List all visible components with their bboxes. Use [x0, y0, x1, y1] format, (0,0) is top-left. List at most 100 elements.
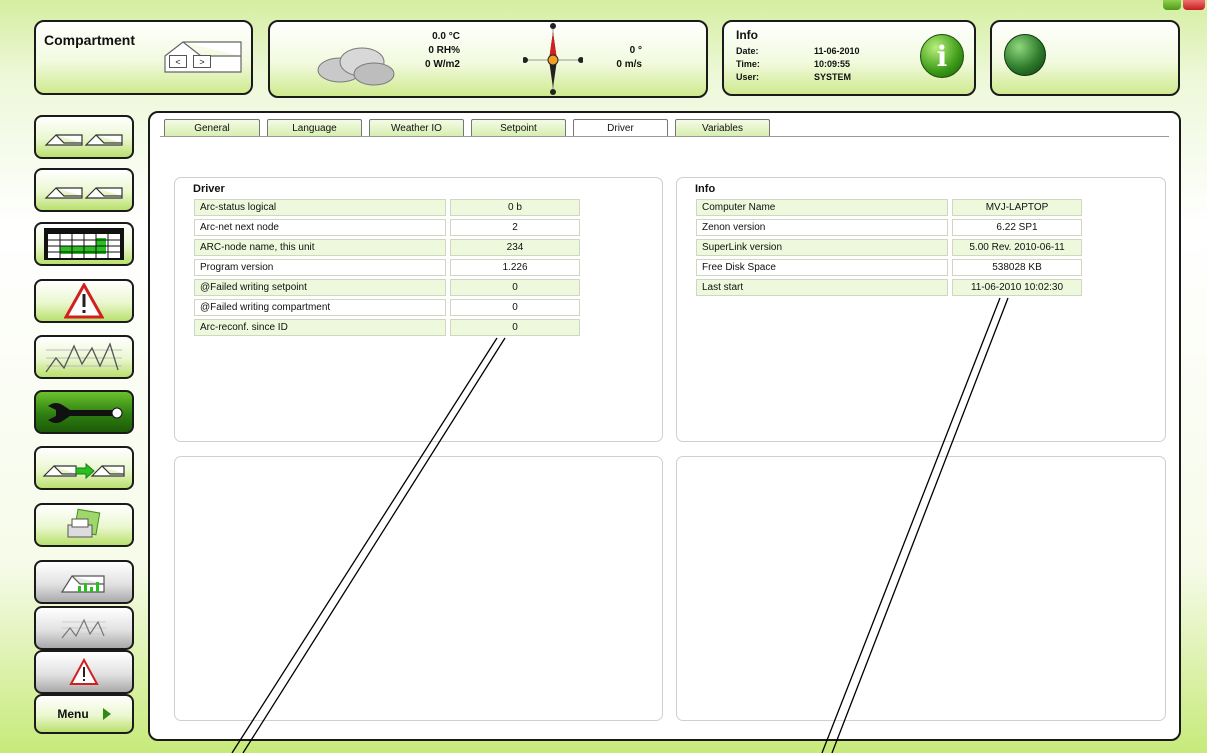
info-panel: Info Date: 11-06-2010 Time: 10:09:55 Use…: [722, 20, 976, 96]
date-value: 11-06-2010: [814, 46, 860, 56]
info-row: SuperLink version 5.00 Rev. 2010-06-11: [696, 239, 1082, 256]
menu-button[interactable]: Menu: [34, 694, 134, 734]
info-row: Free Disk Space 538028 KB: [696, 259, 1082, 276]
compartment-title: Compartment: [44, 32, 136, 48]
graph-button[interactable]: [34, 335, 134, 379]
tab-setpoint[interactable]: Setpoint: [471, 119, 566, 136]
info-row-value: 6.22 SP1: [952, 219, 1082, 236]
table-grid-icon: [44, 228, 124, 260]
info-icon[interactable]: i: [920, 34, 964, 78]
print-button[interactable]: [34, 503, 134, 547]
info-box-title: Info: [695, 183, 716, 195]
user-value: SYSTEM: [814, 72, 852, 82]
compartment-copy-icon: [42, 462, 125, 480]
compartment-copy-button[interactable]: [34, 446, 134, 490]
next-compartment-button[interactable]: >: [193, 55, 211, 68]
info-row-value: 5.00 Rev. 2010-06-11: [952, 239, 1082, 256]
driver-row-label: @Failed writing compartment: [194, 299, 446, 316]
driver-row: @Failed writing setpoint 0: [194, 279, 580, 296]
empty-box-right: [676, 456, 1166, 721]
driver-box: Driver Arc-status logical 0 b Arc-net ne…: [174, 177, 663, 442]
time-row: Time: 10:09:55: [736, 59, 850, 69]
main-content: General Language Weather IO Setpoint Dri…: [148, 111, 1181, 741]
driver-row-label: ARC-node name, this unit: [194, 239, 446, 256]
tab-general[interactable]: General: [164, 119, 260, 136]
globe-icon[interactable]: [1004, 34, 1046, 76]
compartments-overview-button[interactable]: [34, 168, 134, 212]
date-label: Date:: [736, 46, 759, 56]
info-row: Computer Name MVJ-LAPTOP: [696, 199, 1082, 216]
driver-row-value: 0: [450, 319, 580, 336]
tab-driver[interactable]: Driver: [573, 119, 668, 137]
driver-row-label: Arc-net next node: [194, 219, 446, 236]
info-row-label: Free Disk Space: [696, 259, 948, 276]
compass-icon: [523, 23, 583, 95]
minimize-button[interactable]: [1163, 0, 1181, 10]
empty-box-left: [174, 456, 663, 721]
compartment-panel: Compartment < >: [34, 20, 253, 95]
tab-weather-io[interactable]: Weather IO: [369, 119, 464, 136]
info-box: Info Computer Name MVJ-LAPTOP Zenon vers…: [676, 177, 1166, 442]
print-icon: [67, 508, 101, 538]
weather-values: 0.0 °C 0 RH% 0 W/m2: [420, 30, 460, 72]
compartments-button[interactable]: [34, 115, 134, 159]
driver-row-label: Program version: [194, 259, 446, 276]
driver-row-value: 1.226: [450, 259, 580, 276]
wrench-settings-icon: [48, 403, 123, 423]
settings-button[interactable]: [34, 390, 134, 434]
temperature-value: 0.0 °C: [432, 31, 460, 42]
prev-compartment-button[interactable]: <: [169, 55, 187, 68]
greenhouse-chart-icon: [60, 575, 105, 593]
info-title: Info: [736, 28, 758, 42]
date-row: Date: 11-06-2010: [736, 46, 860, 56]
info-row-value: 538028 KB: [952, 259, 1082, 276]
compartments-icon: [44, 134, 123, 146]
wind-values: 0 ° 0 m/s: [610, 44, 642, 72]
humidity-value: 0 RH%: [428, 45, 460, 56]
close-button[interactable]: [1183, 0, 1205, 10]
wind-speed-value: 0 m/s: [616, 59, 642, 70]
alarm-grey-button[interactable]: [34, 650, 134, 694]
info-row-value: 11-06-2010 10:02:30: [952, 279, 1082, 296]
time-value: 10:09:55: [814, 59, 851, 69]
alarm-grey-icon: [69, 658, 99, 685]
driver-row: ARC-node name, this unit 234: [194, 239, 580, 256]
driver-row: Arc-net next node 2: [194, 219, 580, 236]
tab-bar: General Language Weather IO Setpoint Dri…: [164, 119, 770, 137]
greenhouse-chart-button[interactable]: [34, 560, 134, 604]
info-row-label: SuperLink version: [696, 239, 948, 256]
cloud-icon: [317, 47, 395, 86]
graph-grey-icon: [61, 618, 106, 639]
info-row: Last start 11-06-2010 10:02:30: [696, 279, 1082, 296]
driver-row-value: 234: [450, 239, 580, 256]
graph-icon: [45, 342, 122, 373]
driver-row-value: 0: [450, 279, 580, 296]
driver-row-label: Arc-status logical: [194, 199, 446, 216]
driver-row: Arc-reconf. since ID 0: [194, 319, 580, 336]
tab-divider: [160, 136, 1169, 137]
info-row-label: Last start: [696, 279, 948, 296]
wind-direction-value: 0 °: [629, 45, 642, 56]
driver-row: Program version 1.226: [194, 259, 580, 276]
graph-grey-button[interactable]: [34, 606, 134, 650]
info-row: Zenon version 6.22 SP1: [696, 219, 1082, 236]
info-row-label: Zenon version: [696, 219, 948, 236]
driver-row: @Failed writing compartment 0: [194, 299, 580, 316]
driver-row-label: @Failed writing setpoint: [194, 279, 446, 296]
driver-row-value: 2: [450, 219, 580, 236]
info-row-label: Computer Name: [696, 199, 948, 216]
driver-row-value: 0: [450, 299, 580, 316]
tab-variables[interactable]: Variables: [675, 119, 770, 136]
menu-label: Menu: [57, 707, 89, 721]
alarm-warning-icon: [64, 283, 104, 319]
driver-row: Arc-status logical 0 b: [194, 199, 580, 216]
menu-arrow-icon: [102, 708, 111, 720]
tab-language[interactable]: Language: [267, 119, 362, 136]
weather-panel: 0.0 °C 0 RH% 0 W/m2 0 ° 0 m/s: [268, 20, 708, 98]
time-label: Time:: [736, 59, 760, 69]
globe-panel: [990, 20, 1180, 96]
alarm-button[interactable]: [34, 279, 134, 323]
window-controls: [1163, 0, 1205, 10]
table-grid-button[interactable]: [34, 222, 134, 266]
driver-row-label: Arc-reconf. since ID: [194, 319, 446, 336]
